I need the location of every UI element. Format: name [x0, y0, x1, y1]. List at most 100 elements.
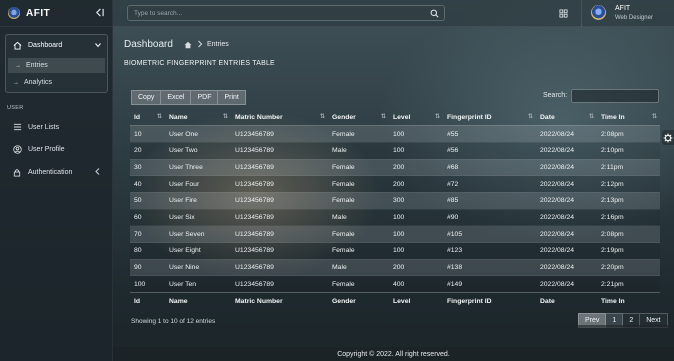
- arrow-right-icon: →: [13, 79, 19, 86]
- table-cell: U123456789: [231, 258, 328, 276]
- table-cell: 100: [389, 141, 443, 160]
- table-cell: 60: [130, 208, 165, 226]
- sort-icon: ⇅: [651, 114, 657, 120]
- sidebar-item-dashboard[interactable]: Dashboard: [6, 35, 107, 55]
- sidebar-item-label: Authentication: [28, 168, 73, 176]
- column-header[interactable]: Name ⇅: [165, 109, 231, 127]
- content-bottom-band: [113, 325, 674, 347]
- brand-name: AFIT: [26, 7, 51, 19]
- column-footer: Id: [130, 292, 165, 310]
- table-cell: 2022/08/24: [536, 175, 597, 193]
- table-cell: Female: [328, 125, 389, 143]
- table-cell: 100: [389, 125, 443, 143]
- column-footer: Fingerprint ID: [443, 292, 536, 310]
- home-icon[interactable]: [184, 41, 192, 49]
- sort-icon: ⇅: [380, 114, 386, 120]
- column-header[interactable]: Time In ⇅: [597, 109, 660, 127]
- table-cell: 200: [389, 158, 443, 176]
- table-row[interactable]: 100 User Ten U123456789 Female 400 #149 2022/0…: [130, 275, 660, 293]
- column-footer: Time In: [597, 292, 660, 310]
- collapse-sidebar-icon[interactable]: [95, 8, 105, 18]
- table-cell: Male: [328, 141, 389, 160]
- arrow-right-icon: →: [15, 62, 21, 69]
- settings-gear-icon[interactable]: [662, 130, 674, 145]
- column-header[interactable]: Gender ⇅: [328, 109, 389, 127]
- table-cell: User Four: [165, 175, 231, 193]
- column-footer: Level: [389, 292, 443, 310]
- search-input[interactable]: Type to search...: [127, 5, 445, 21]
- user-role: Web Designer: [615, 15, 653, 21]
- table-cell: 2022/08/24: [536, 141, 597, 160]
- excel-button[interactable]: Excel: [161, 90, 192, 105]
- table-cell: #149: [443, 275, 536, 293]
- column-header[interactable]: Level ⇅: [389, 109, 443, 127]
- sidebar-item-analytics[interactable]: → Analytics: [6, 75, 107, 90]
- table-cell: 2:19pm: [597, 242, 660, 260]
- sidebar-item-authentication[interactable]: Authentication: [12, 167, 72, 177]
- table-cell: Female: [328, 191, 389, 210]
- table-cell: #123: [443, 242, 536, 260]
- sidebar-item-label: User Lists: [28, 123, 60, 131]
- table-search-label: Search:: [543, 92, 568, 99]
- table-cell: 200: [389, 175, 443, 193]
- table-cell: 100: [389, 225, 443, 243]
- table-cell: Female: [328, 275, 389, 293]
- table-cell: 50: [130, 191, 165, 210]
- dashboard-menu-group: Dashboard → Entries → Analytics: [5, 34, 108, 93]
- table-row[interactable]: 90 User Nine U123456789 Male 200 #138 2022/08/…: [130, 258, 660, 276]
- column-header[interactable]: Fingerprint ID ⇅: [443, 109, 536, 127]
- sort-icon: ⇅: [434, 114, 440, 120]
- print-button[interactable]: Print: [218, 90, 246, 105]
- table-cell: User Three: [165, 158, 231, 176]
- table-cell: 100: [389, 208, 443, 226]
- column-header[interactable]: Id ⇅: [130, 109, 165, 127]
- search-icon[interactable]: [430, 9, 439, 18]
- divider: [581, 0, 582, 27]
- table-info: Showing 1 to 10 of 12 entries: [131, 318, 216, 325]
- table-row[interactable]: 80 User Eight U123456789 Female 100 #123 2022/…: [130, 242, 660, 260]
- table-row[interactable]: 10 User One U123456789 Female 100 #55 2022/08/…: [130, 125, 660, 143]
- sidebar-item-entries[interactable]: → Entries: [8, 58, 105, 73]
- column-header[interactable]: Date ⇅: [536, 109, 597, 127]
- table-cell: 30: [130, 158, 165, 176]
- table-row[interactable]: 30 User Three U123456789 Female 200 #68 2022/0…: [130, 158, 660, 176]
- table-cell: 2:21pm: [597, 275, 660, 293]
- table-row[interactable]: 40 User Four U123456789 Female 200 #72 2022/08…: [130, 175, 660, 193]
- sort-icon: ⇅: [319, 114, 325, 120]
- entries-table: Id ⇅ Name ⇅ Matric Number ⇅ Gender ⇅ Level ⇅ …: [130, 109, 660, 310]
- table-cell: 200: [389, 258, 443, 276]
- table-cell: 2:10pm: [597, 141, 660, 160]
- user-circle-icon: [12, 144, 22, 154]
- sidebar: AFIT Dashboard → Entries → Analytics USE…: [0, 0, 113, 361]
- table-cell: User Seven: [165, 225, 231, 243]
- table-cell: 2022/08/24: [536, 208, 597, 226]
- table-cell: U123456789: [231, 208, 328, 226]
- table-cell: 2:20pm: [597, 258, 660, 276]
- table-cell: 2:16pm: [597, 208, 660, 226]
- table-cell: User Fire: [165, 191, 231, 210]
- table-cell: Male: [328, 208, 389, 226]
- apps-grid-icon[interactable]: [559, 9, 568, 18]
- avatar[interactable]: [591, 5, 606, 20]
- home-icon: [13, 41, 22, 50]
- table-row[interactable]: 20 User Two U123456789 Male 100 #56 2022/08/24…: [130, 141, 660, 160]
- page-title: Dashboard: [124, 39, 173, 50]
- column-header[interactable]: Matric Number ⇅: [231, 109, 328, 127]
- pdf-button[interactable]: PDF: [191, 90, 219, 105]
- copy-button[interactable]: Copy: [131, 90, 162, 105]
- table-cell: U123456789: [231, 191, 328, 210]
- top-bar: Type to search... AFIT Web Designer: [113, 0, 674, 27]
- table-row[interactable]: 50 User Fire U123456789 Female 300 #85 2022/08…: [130, 191, 660, 210]
- user-name: AFIT: [615, 5, 631, 12]
- table-cell: 2022/08/24: [536, 225, 597, 243]
- table-footer-row: Id Name Matric Number Gender Level Finge…: [130, 292, 660, 310]
- table-search-input[interactable]: [571, 89, 659, 103]
- footer-copyright: Copyright © 2022. All right reserved.: [113, 347, 674, 361]
- table-row[interactable]: 60 User Six U123456789 Male 100 #90 2022/08/24…: [130, 208, 660, 226]
- breadcrumb-current: Entries: [207, 41, 229, 48]
- section-label-user: USER: [7, 105, 24, 111]
- table-cell: #56: [443, 141, 536, 160]
- table-row[interactable]: 70 User Seven U123456789 Female 100 #105 2022/…: [130, 225, 660, 243]
- sidebar-item-user-profile[interactable]: User Profile: [12, 144, 65, 154]
- sidebar-item-user-lists[interactable]: User Lists: [12, 122, 59, 132]
